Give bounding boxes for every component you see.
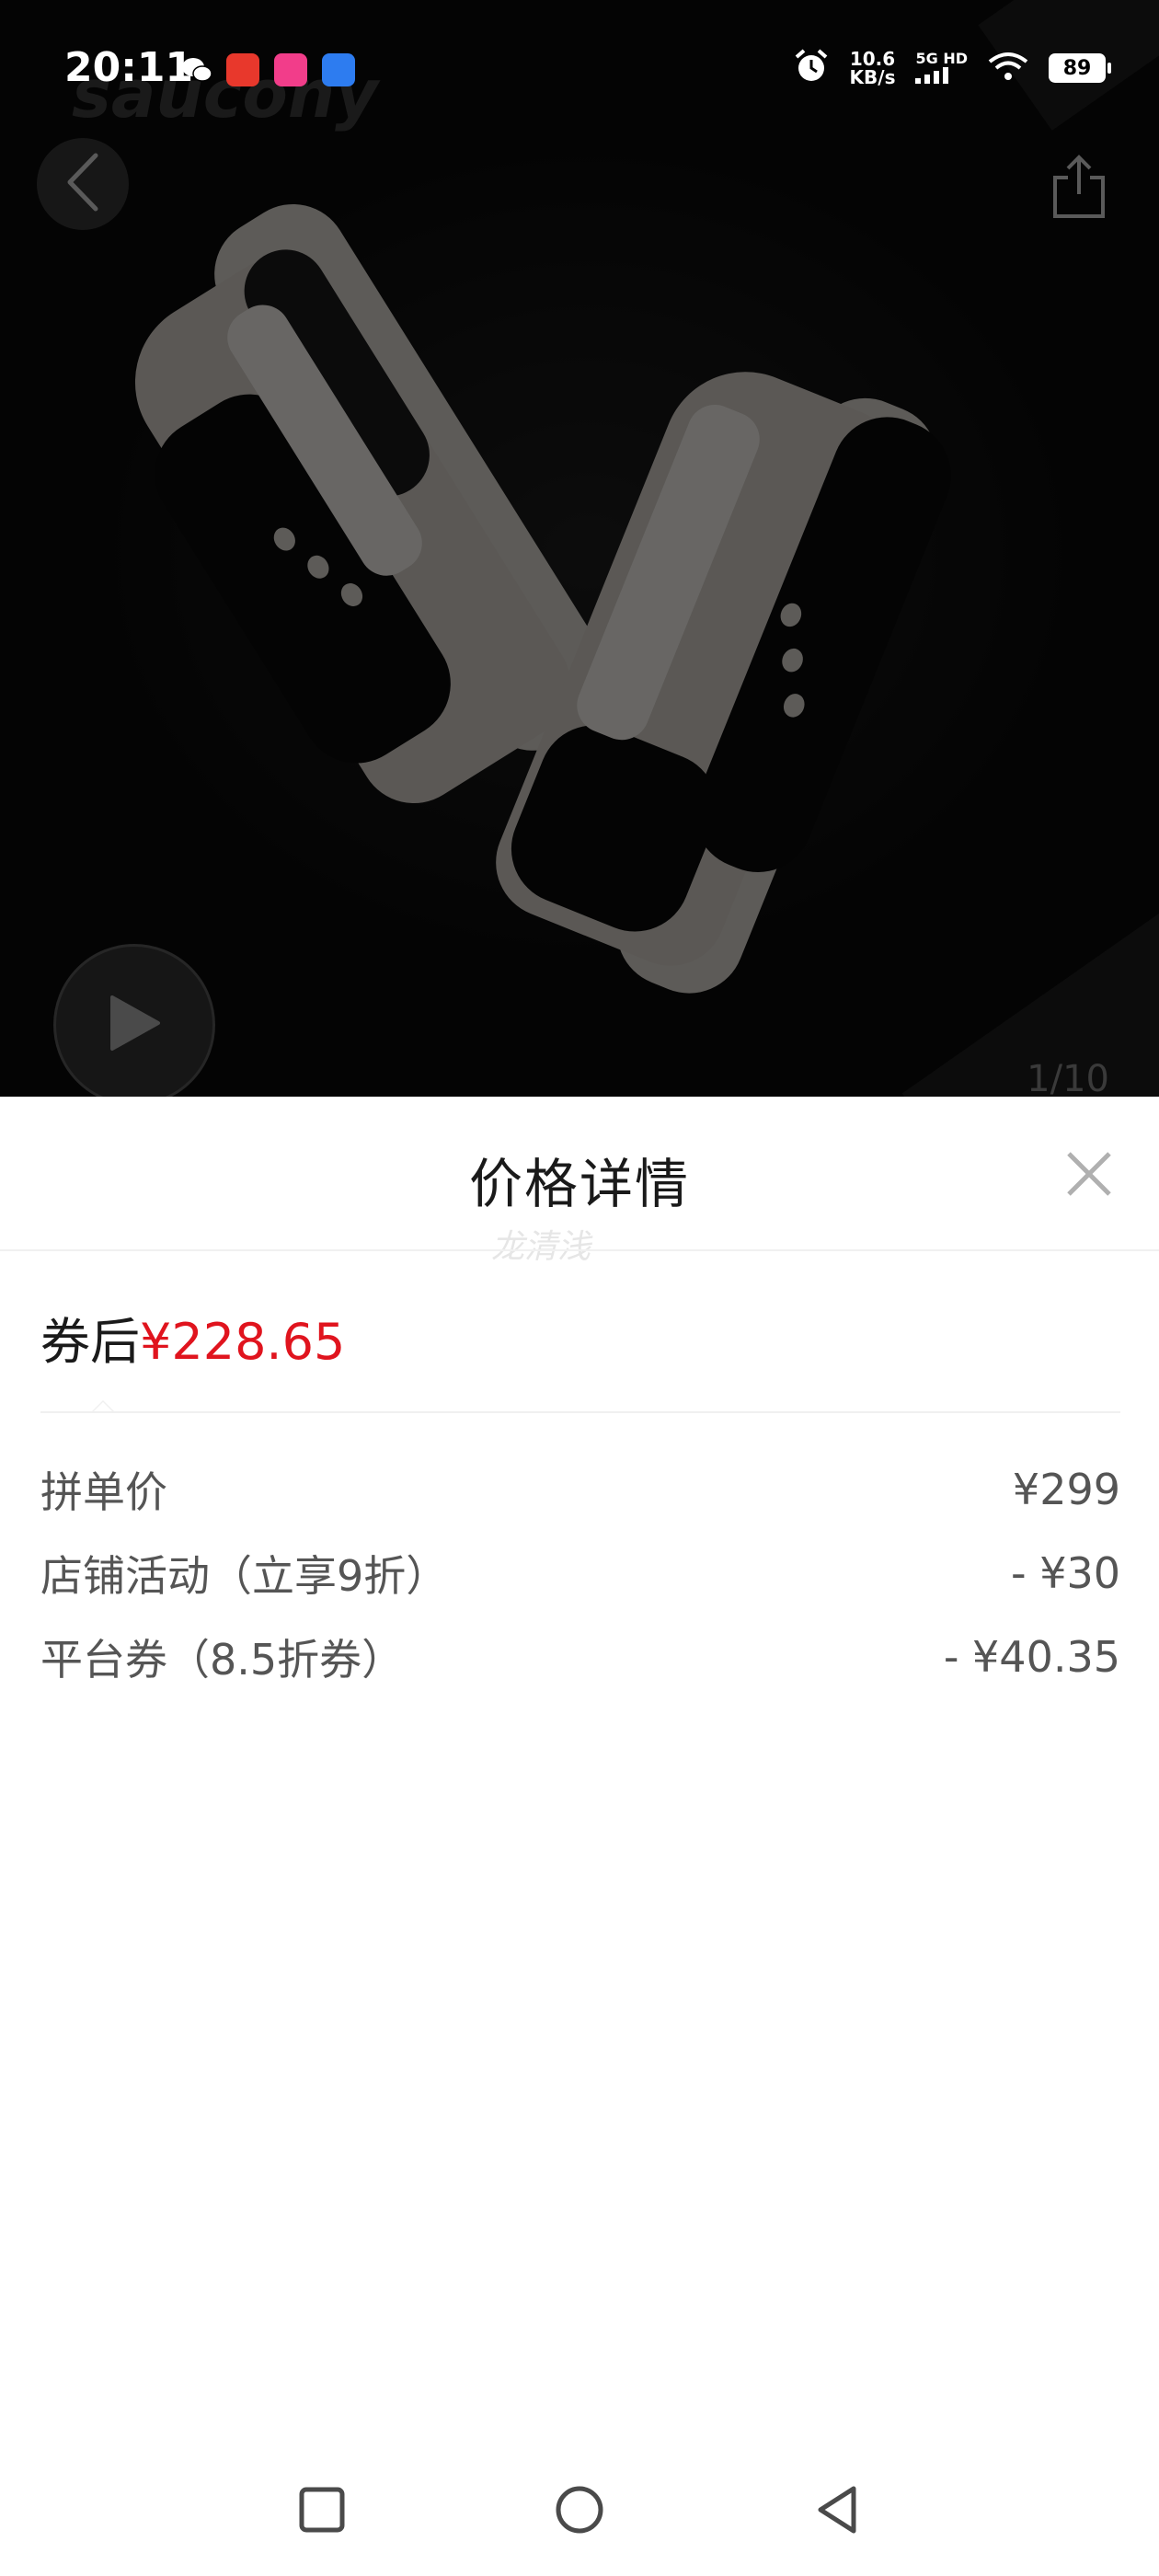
play-icon: [107, 994, 162, 1056]
home-button[interactable]: [543, 2475, 616, 2548]
line-item-label: 拼单价: [40, 1467, 167, 1517]
signal-bars-icon: [915, 66, 952, 87]
square-icon: [298, 2486, 346, 2537]
user-watermark: 龙清浅: [491, 1228, 591, 1266]
play-video-button[interactable]: [53, 944, 215, 1097]
price-line-item: 平台券（8.5折券） - ¥40.35: [40, 1625, 1120, 1689]
tracking-app-icon: [322, 53, 355, 86]
triangle-back-icon: [813, 2484, 861, 2539]
dim-overlay[interactable]: [0, 0, 1159, 1097]
wifi-icon: [988, 51, 1028, 86]
share-button[interactable]: [1038, 147, 1120, 230]
line-item-value: ¥299: [1012, 1465, 1120, 1514]
battery-indicator: 89: [1049, 53, 1111, 83]
final-price-row: 券后¥228.65: [40, 1301, 345, 1374]
network-speed: 10.6 KB/s: [849, 48, 896, 88]
price-line-item: 拼单价 ¥299: [40, 1457, 1120, 1522]
price-line-item: 店铺活动（立享9折） - ¥30: [40, 1541, 1120, 1605]
system-navigation-bar: [0, 2447, 1159, 2576]
line-item-label: 平台券（8.5折券）: [40, 1635, 405, 1685]
share-icon: [1050, 154, 1108, 224]
line-item-value: - ¥30: [1010, 1548, 1120, 1598]
circle-icon: [554, 2484, 605, 2539]
line-item-label: 店铺活动（立享9折）: [40, 1551, 449, 1601]
status-indicators: 10.6 KB/s 5G HD 89: [793, 48, 1111, 88]
price-detail-sheet: 价格详情 龙清浅 券后¥228.65 拼单价 ¥299 店铺活动（立享9折） -…: [0, 1097, 1159, 2576]
close-button[interactable]: [1060, 1146, 1119, 1205]
alarm-icon: [793, 48, 830, 88]
final-price-label: 券后: [40, 1313, 140, 1371]
cellular-signal: 5G HD: [915, 50, 968, 87]
food-delivery-app-icon: [226, 53, 259, 86]
back-button[interactable]: [37, 138, 129, 230]
chevron-left-icon: [63, 150, 103, 218]
lala-app-icon: [274, 53, 307, 86]
final-price: ¥228.65: [140, 1313, 346, 1371]
sheet-title: 价格详情: [468, 1153, 690, 1215]
divider: [0, 1249, 1159, 1251]
image-counter: 1/10: [1027, 1058, 1109, 1097]
product-image-gallery[interactable]: saucony 1/10 20:11: [0, 0, 1159, 1097]
back-nav-button[interactable]: [800, 2475, 874, 2548]
wechat-icon: [180, 53, 213, 86]
divider: [40, 1400, 1120, 1413]
close-icon: [1065, 1150, 1113, 1202]
status-bar: 20:11 10.6 KB/s 5G HD 89: [0, 0, 1159, 138]
line-item-value: - ¥40.35: [943, 1632, 1120, 1682]
recent-apps-button[interactable]: [285, 2475, 359, 2548]
status-time: 20:11: [64, 44, 194, 91]
